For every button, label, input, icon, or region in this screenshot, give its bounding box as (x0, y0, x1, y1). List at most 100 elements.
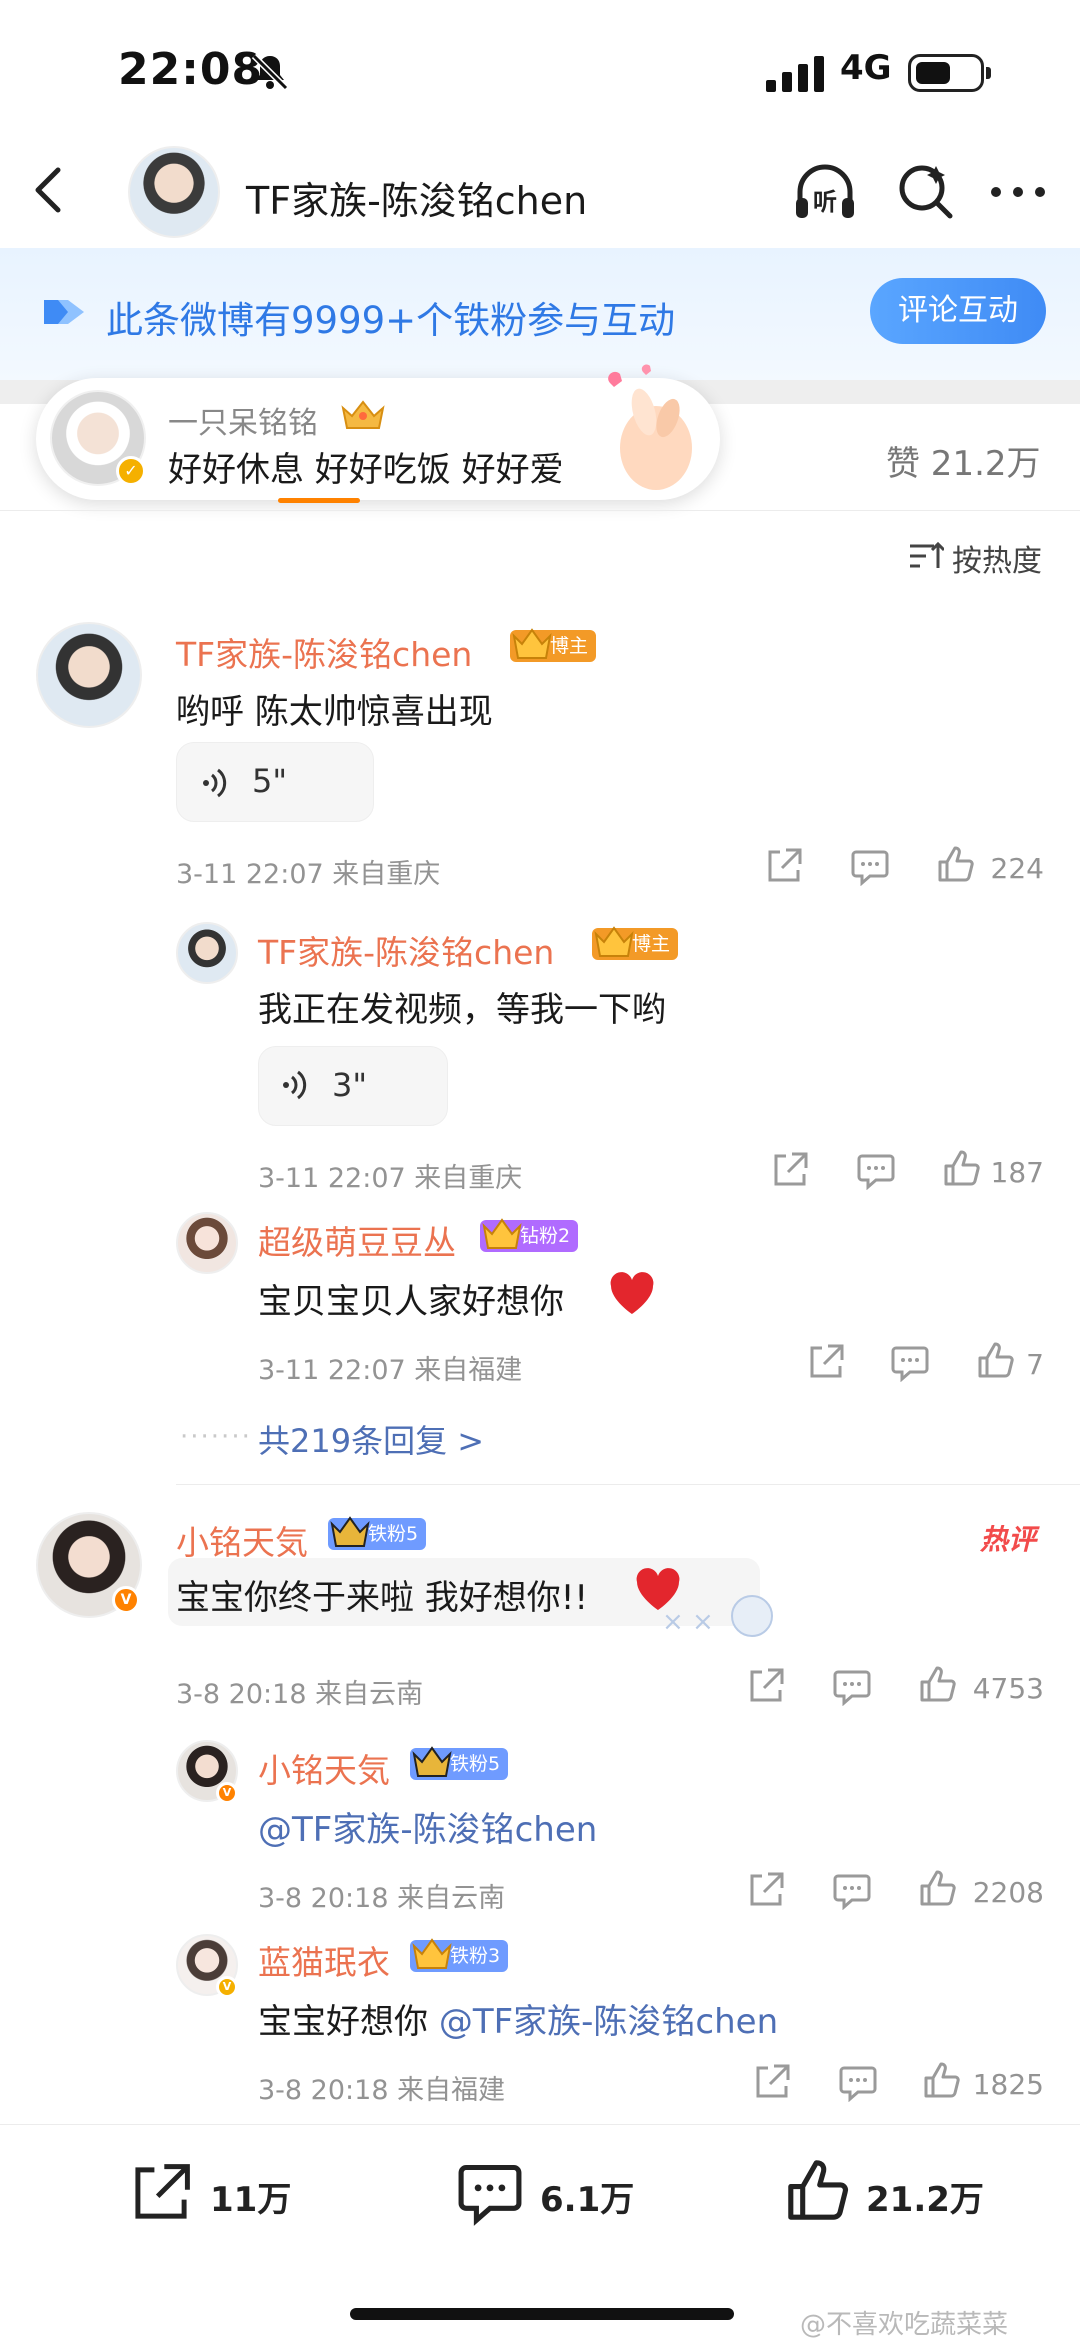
reply-meta: 3-8 20:18 来自福建 (258, 2075, 506, 2106)
comment-icon[interactable] (838, 2064, 878, 2106)
fan-badge-icon (44, 300, 84, 324)
crown-icon (412, 1746, 452, 1777)
reply-username[interactable]: 蓝猫珉衣 (258, 1936, 390, 1984)
hot-comment-tag: 热评 (980, 1523, 1037, 1556)
share-icon (135, 2164, 190, 2219)
like-count: 7 (1026, 1348, 1044, 1381)
finger-heart-icon (608, 364, 692, 490)
like-icon (788, 2160, 849, 2220)
reply-username[interactable]: TF家族-陈浚铭chen (258, 926, 554, 974)
avatar[interactable] (36, 622, 142, 728)
share-icon[interactable] (770, 1150, 810, 1194)
comment-interact-button[interactable]: 评论互动 (870, 278, 1046, 344)
voice-wave-icon (203, 768, 227, 798)
home-indicator[interactable] (350, 2308, 734, 2320)
comment-meta: 3-8 20:18 来自云南 (176, 1679, 424, 1710)
reply-text-prefix: 宝宝好想你 (258, 2002, 439, 2042)
fan-banner-text: 此条微博有9999+个铁粉参与互动 (106, 299, 676, 342)
comment-icon[interactable] (832, 1872, 872, 1914)
badge-label: 铁粉3 (450, 1945, 501, 1967)
share-action[interactable]: 11万 (128, 2156, 308, 2236)
host-badge: 博主 (592, 926, 679, 960)
share-icon[interactable] (764, 846, 804, 890)
comment-icon[interactable] (856, 1152, 896, 1194)
reply-meta: 3-8 20:18 来自云南 (258, 1883, 506, 1914)
comment-count: 6.1万 (540, 2180, 635, 2220)
comment-icon[interactable] (890, 1344, 930, 1386)
network-type: 4G (840, 48, 892, 88)
badge-label: 钻粉2 (520, 1225, 571, 1247)
like-action[interactable]: 21.2万 (784, 2152, 1004, 2236)
reply-meta: 3-11 22:07 来自福建 (258, 1355, 523, 1386)
bottom-bar-divider (0, 2124, 1080, 2125)
search-icon[interactable] (894, 160, 958, 224)
heart-emoji-icon (610, 1272, 654, 1314)
comment-action[interactable]: 6.1万 (456, 2156, 656, 2236)
share-icon[interactable] (752, 2062, 792, 2106)
badge-label: 铁粉5 (368, 1523, 419, 1545)
sort-by-hot[interactable]: 按热度 (952, 536, 1042, 580)
crown-icon (412, 1938, 452, 1969)
verified-icon: V (112, 1586, 140, 1614)
like-count: 4753 (972, 1672, 1044, 1705)
page-title: TF家族-陈浚铭chen (246, 179, 588, 223)
listen-headphone-icon[interactable]: 听 (790, 158, 860, 228)
likes-total[interactable]: 赞 21.2万 (886, 436, 1041, 485)
like-count: 224 (990, 852, 1044, 885)
reply-username[interactable]: 小铭天気 (258, 1744, 390, 1792)
avatar[interactable] (176, 1212, 238, 1274)
like-count: 21.2万 (866, 2180, 984, 2220)
comment-icon (458, 2164, 522, 2226)
comment-username[interactable]: 小铭天気 (176, 1516, 308, 1564)
watermark: @不喜欢吃蔬菜菜 (800, 2310, 1009, 2340)
battery-icon (908, 54, 991, 92)
divider (176, 1484, 1080, 1485)
crown-icon (330, 1516, 370, 1547)
bubble-username: 一只呆铭铭 (168, 406, 318, 441)
reply-text-mention[interactable]: @TF家族-陈浚铭chen (439, 2002, 778, 2042)
share-icon[interactable] (746, 1666, 786, 1710)
comment-meta: 3-11 22:07 来自重庆 (176, 859, 441, 890)
like-count: 2208 (972, 1876, 1044, 1909)
verified-icon: V (216, 1782, 238, 1804)
verified-icon: ✓ (116, 456, 146, 486)
more-icon[interactable] (988, 184, 1048, 200)
back-icon[interactable] (20, 160, 80, 220)
author-avatar[interactable] (128, 146, 220, 238)
divider (0, 510, 1080, 511)
bubble-message: 好好休息 好好吃饭 好好爱 (168, 450, 564, 490)
avatar[interactable] (176, 922, 238, 984)
host-badge: 博主 (510, 628, 597, 662)
like-count: 1825 (972, 2068, 1044, 2101)
reply-username[interactable]: 超级萌豆豆丛 (258, 1216, 456, 1264)
reply-dots: ······· (180, 1422, 252, 1452)
share-icon[interactable] (806, 1342, 846, 1386)
voice-duration: 3" (332, 1066, 368, 1104)
crown-icon (594, 926, 634, 957)
comment-text: 宝宝你终于来啦 我好想你!! (176, 1578, 589, 1618)
share-icon[interactable] (746, 1870, 786, 1914)
crown-icon (512, 628, 552, 659)
iron-fan-badge: 铁粉5 (410, 1746, 509, 1780)
badge-label: 博主 (632, 933, 671, 955)
crown-icon (482, 1218, 522, 1249)
comment-username[interactable]: TF家族-陈浚铭chen (176, 628, 472, 676)
mute-bell-icon (251, 53, 289, 91)
view-all-replies-link[interactable]: 共219条回复 > (258, 1416, 484, 1462)
verified-icon: V (216, 1976, 238, 1998)
reply-text-mention[interactable]: @TF家族-陈浚铭chen (258, 1802, 597, 1851)
status-time: 22:08 (118, 44, 264, 95)
signal-icon (766, 56, 824, 92)
badge-label: 铁粉5 (450, 1753, 501, 1775)
comment-icon[interactable] (832, 1668, 872, 1710)
comment-text: 哟呼 陈太帅惊喜出现 (176, 692, 493, 732)
crown-icon (341, 400, 385, 429)
listen-label: 听 (813, 188, 837, 216)
active-tab-indicator (278, 498, 360, 503)
comment-icon[interactable] (850, 848, 890, 890)
iron-fan-badge: 铁粉5 (328, 1516, 427, 1550)
svg-text:× ×: × × (662, 1607, 714, 1637)
reply-text: 宝贝宝贝人家好想你 (258, 1282, 564, 1322)
sort-icon[interactable] (908, 540, 944, 572)
reply-text: 我正在发视频，等我一下哟 (258, 990, 666, 1030)
